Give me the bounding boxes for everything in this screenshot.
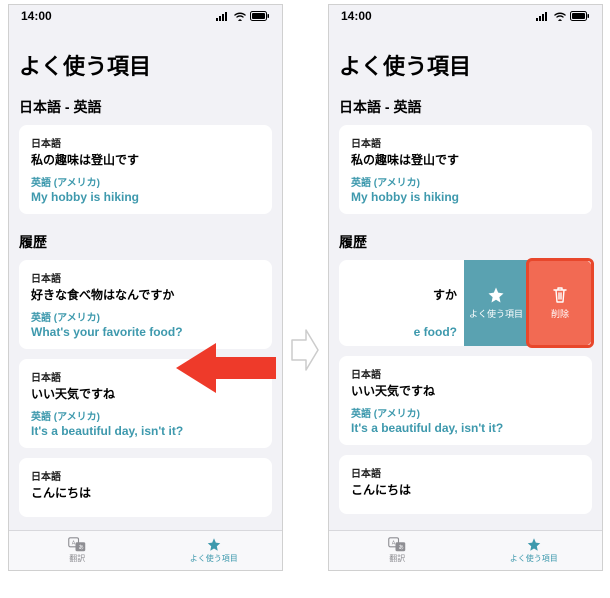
status-bar: 14:00 xyxy=(9,5,282,27)
status-time: 14:00 xyxy=(341,9,372,23)
tab-label: よく使う項目 xyxy=(190,553,238,564)
battery-icon xyxy=(570,11,590,21)
swiped-row[interactable]: 日本語 すか 英語 (アメリカ) e food? よく使う項目 削除 xyxy=(339,260,592,346)
favorite-card[interactable]: 日本語 私の趣味は登山です 英語 (アメリカ) My hobby is hiki… xyxy=(339,125,592,214)
trg-label: 英語 (アメリカ) xyxy=(31,309,260,324)
trg-text: My hobby is hiking xyxy=(351,190,580,204)
star-icon xyxy=(205,537,223,552)
star-icon xyxy=(525,537,543,552)
page-title: よく使う項目 xyxy=(19,49,272,81)
tab-favorites[interactable]: よく使う項目 xyxy=(146,531,283,570)
signal-icon xyxy=(536,11,550,21)
history-card[interactable]: 日本語 こんにちは xyxy=(19,458,272,517)
src-label: 日本語 xyxy=(351,465,580,480)
trg-text: My hobby is hiking xyxy=(31,190,260,204)
tab-favorites[interactable]: よく使う項目 xyxy=(466,531,603,570)
wifi-icon xyxy=(553,11,567,21)
status-icons xyxy=(536,11,590,21)
battery-icon xyxy=(250,11,270,21)
swipe-delete-button[interactable]: 削除 xyxy=(528,260,592,346)
history-card[interactable]: 日本語 好きな食べ物はなんですか 英語 (アメリカ) What's your f… xyxy=(19,260,272,349)
action-label: よく使う項目 xyxy=(469,307,523,320)
transition-arrow-icon xyxy=(290,326,320,374)
svg-text:A: A xyxy=(72,541,76,547)
src-label: 日本語 xyxy=(351,366,580,381)
phone-left: 14:00 よく使う項目 日本語 - 英語 日本語 私の趣味は登山です 英語 (… xyxy=(8,4,283,571)
src-label: 日本語 xyxy=(31,270,260,285)
tab-bar: Aあ 翻訳 よく使う項目 xyxy=(329,530,602,570)
language-pair: 日本語 - 英語 xyxy=(19,97,272,117)
scroll-content[interactable]: よく使う項目 日本語 - 英語 日本語 私の趣味は登山です 英語 (アメリカ) … xyxy=(9,27,282,532)
favorite-card[interactable]: 日本語 私の趣味は登山です 英語 (アメリカ) My hobby is hiki… xyxy=(19,125,272,214)
language-pair: 日本語 - 英語 xyxy=(339,97,592,117)
swipe-favorite-button[interactable]: よく使う項目 xyxy=(464,260,528,346)
wifi-icon xyxy=(233,11,247,21)
src-text: いい天気ですね xyxy=(351,382,580,399)
src-text: 私の趣味は登山です xyxy=(351,151,580,168)
trash-icon xyxy=(552,286,568,304)
history-heading: 履歴 xyxy=(339,232,592,252)
src-text: いい天気ですね xyxy=(31,385,260,402)
history-card[interactable]: 日本語 いい天気ですね 英語 (アメリカ) It's a beautiful d… xyxy=(19,359,272,448)
history-card[interactable]: 日本語 いい天気ですね 英語 (アメリカ) It's a beautiful d… xyxy=(339,356,592,445)
trg-text: It's a beautiful day, isn't it? xyxy=(351,421,580,435)
tab-label: 翻訳 xyxy=(389,553,405,564)
src-text: 好きな食べ物はなんですか xyxy=(31,286,260,303)
translate-icon: Aあ xyxy=(68,537,86,552)
tab-translate[interactable]: Aあ 翻訳 xyxy=(9,531,146,570)
star-icon xyxy=(487,286,505,304)
tab-translate[interactable]: Aあ 翻訳 xyxy=(329,531,466,570)
src-label: 日本語 xyxy=(351,135,580,150)
trg-label: 英語 (アメリカ) xyxy=(31,174,260,189)
src-label: 日本語 xyxy=(31,135,260,150)
svg-text:あ: あ xyxy=(399,544,404,551)
trg-label: 英語 (アメリカ) xyxy=(339,309,457,324)
phone-right: 14:00 よく使う項目 日本語 - 英語 日本語 私の趣味は登山です 英語 (… xyxy=(328,4,603,571)
src-label: 日本語 xyxy=(31,369,260,384)
trg-label: 英語 (アメリカ) xyxy=(351,174,580,189)
src-label: 日本語 xyxy=(339,270,457,285)
history-heading: 履歴 xyxy=(19,232,272,252)
svg-text:あ: あ xyxy=(79,544,84,551)
action-label: 削除 xyxy=(551,307,569,320)
page-title: よく使う項目 xyxy=(339,49,592,81)
trg-label: 英語 (アメリカ) xyxy=(31,408,260,423)
src-text: 私の趣味は登山です xyxy=(31,151,260,168)
status-icons xyxy=(216,11,270,21)
signal-icon xyxy=(216,11,230,21)
trg-text: What's your favorite food? xyxy=(31,325,260,339)
tab-label: 翻訳 xyxy=(69,553,85,564)
translate-icon: Aあ xyxy=(388,537,406,552)
src-text: こんにちは xyxy=(31,484,260,501)
history-card[interactable]: 日本語 こんにちは xyxy=(339,455,592,514)
status-bar: 14:00 xyxy=(329,5,602,27)
status-time: 14:00 xyxy=(21,9,52,23)
tab-bar: Aあ 翻訳 よく使う項目 xyxy=(9,530,282,570)
src-text: こんにちは xyxy=(351,481,580,498)
trg-text: It's a beautiful day, isn't it? xyxy=(31,424,260,438)
src-text-clipped: すか xyxy=(339,286,457,303)
scroll-content[interactable]: よく使う項目 日本語 - 英語 日本語 私の趣味は登山です 英語 (アメリカ) … xyxy=(329,27,602,532)
src-label: 日本語 xyxy=(31,468,260,483)
svg-text:A: A xyxy=(392,541,396,547)
trg-text-clipped: e food? xyxy=(339,325,457,339)
trg-label: 英語 (アメリカ) xyxy=(351,405,580,420)
tab-label: よく使う項目 xyxy=(510,553,558,564)
